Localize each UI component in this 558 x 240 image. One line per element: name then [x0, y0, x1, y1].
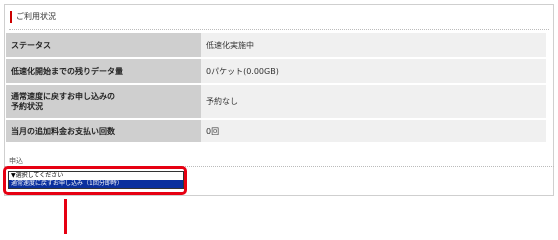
reservation-label-line-1: 通常速度に戻すお申し込みの: [11, 91, 115, 101]
reservation-status-value: 予約なし: [201, 85, 546, 118]
section-title: ご利用状況: [10, 11, 56, 23]
apply-label: 申込: [9, 157, 23, 165]
status-table: ステータス 低速化実施中 低速化開始までの残りデータ量 0パケット(0.00GB…: [6, 31, 546, 144]
extra-payment-count-label: 当月の追加料金お支払い回数: [6, 120, 201, 142]
table-row: 低速化開始までの残りデータ量 0パケット(0.00GB): [6, 59, 546, 83]
reservation-label-line-2: 予約状況: [11, 101, 43, 111]
title-divider: [9, 29, 549, 30]
status-label: ステータス: [6, 33, 201, 57]
table-row: 通常速度に戻すお申し込みの 予約状況 予約なし: [6, 85, 546, 118]
table-row: 当月の追加料金お支払い回数 0回: [6, 120, 546, 142]
table-row: ステータス 低速化実施中: [6, 33, 546, 57]
remaining-data-label: 低速化開始までの残りデータ量: [6, 59, 201, 83]
highlight-box: [3, 166, 187, 195]
status-value: 低速化実施中: [201, 33, 546, 57]
remaining-data-value: 0パケット(0.00GB): [201, 59, 546, 83]
callout-line: [64, 199, 67, 234]
reservation-status-label: 通常速度に戻すお申し込みの 予約状況: [6, 85, 201, 118]
extra-payment-count-value: 0回: [201, 120, 546, 142]
